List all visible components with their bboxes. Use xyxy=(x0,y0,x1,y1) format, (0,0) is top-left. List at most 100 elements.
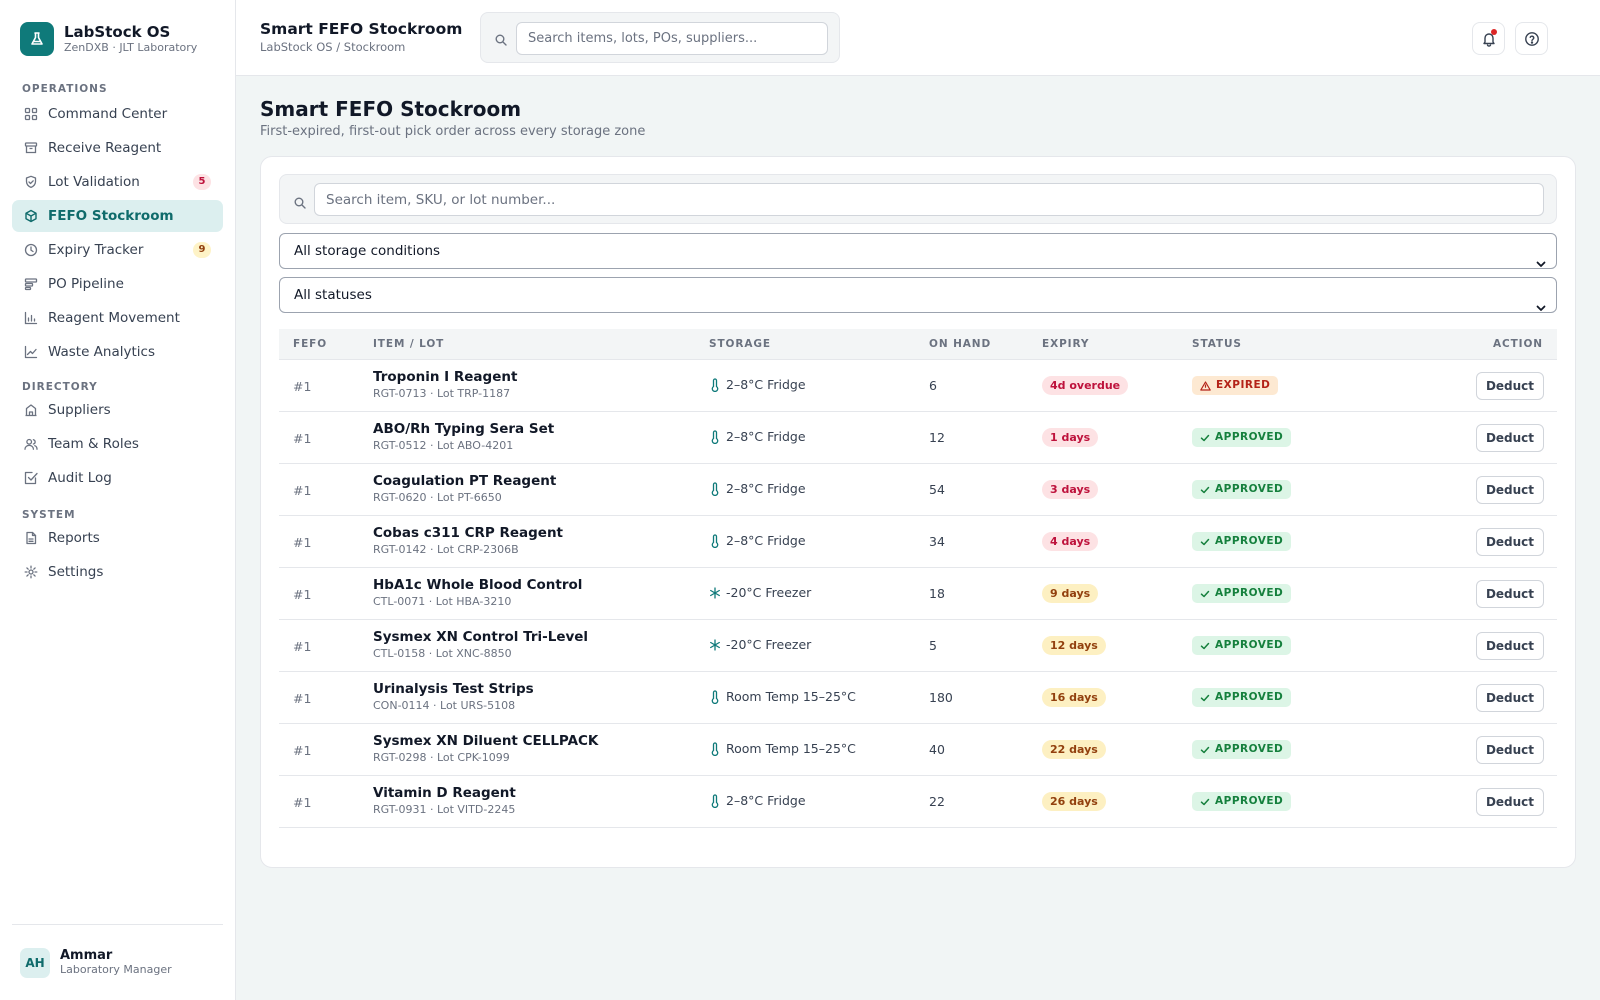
item-name: Vitamin D Reagent xyxy=(373,785,516,801)
item-name: Urinalysis Test Strips xyxy=(373,681,534,697)
item-name: Coagulation PT Reagent xyxy=(373,473,557,489)
item-lot: RGT-0620 · Lot PT-6650 xyxy=(373,491,502,504)
sidebar-item-label: Reports xyxy=(48,530,100,546)
storage-filter-value: All storage conditions xyxy=(294,243,441,259)
storage-condition: -20°C Freezer xyxy=(709,585,811,600)
storage-filter-select[interactable]: All storage conditions xyxy=(279,233,1557,269)
archive-icon xyxy=(24,141,38,155)
fefo-rank: #1 xyxy=(293,795,312,810)
deduct-button[interactable]: Deduct xyxy=(1476,528,1544,556)
brand[interactable]: LabStock OS ZenDXB · JLT Laboratory xyxy=(20,22,197,56)
table-body: #1 Troponin I Reagent RGT-0713 · Lot TRP-1… xyxy=(279,360,1557,839)
sidebar-item-expiry-tracker[interactable]: Expiry Tracker 9 xyxy=(12,234,223,266)
list-icon xyxy=(24,277,38,291)
thermometer-icon xyxy=(709,533,721,548)
table-row: #1 Coagulation PT Reagent RGT-0620 · Lot P… xyxy=(279,464,1557,516)
sidebar-item-suppliers[interactable]: Suppliers xyxy=(12,394,223,426)
deduct-button[interactable]: Deduct xyxy=(1476,684,1544,712)
column-header-on-hand[interactable]: ON HAND xyxy=(929,338,991,350)
fefo-rank: #1 xyxy=(293,587,312,602)
sidebar-item-label: PO Pipeline xyxy=(48,276,124,292)
column-header-status[interactable]: STATUS xyxy=(1192,338,1242,350)
sidebar-item-team-roles[interactable]: Team & Roles xyxy=(12,428,223,460)
status-label: APPROVED xyxy=(1215,535,1284,547)
fefo-rank: #1 xyxy=(293,379,312,394)
help-icon xyxy=(1524,31,1540,47)
fefo-rank: #1 xyxy=(293,639,312,654)
deduct-button[interactable]: Deduct xyxy=(1476,372,1544,400)
status-badge: APPROVED xyxy=(1192,740,1292,759)
status-label: APPROVED xyxy=(1215,743,1284,755)
status-filter-select[interactable]: All statuses xyxy=(279,277,1557,313)
fefo-rank: #1 xyxy=(293,691,312,706)
deduct-button[interactable]: Deduct xyxy=(1476,424,1544,452)
fefo-rank: #1 xyxy=(293,535,312,550)
fefo-rank: #1 xyxy=(293,743,312,758)
thermometer-icon xyxy=(709,741,721,756)
sidebar-item-label: Lot Validation xyxy=(48,174,140,190)
column-header-fefo[interactable]: FEFO xyxy=(293,338,327,350)
sidebar-item-reagent-movement[interactable]: Reagent Movement xyxy=(12,302,223,334)
table-row: #1 HbA1c Whole Blood Control CTL-0071 · Lo… xyxy=(279,568,1557,620)
on-hand-qty: 5 xyxy=(929,638,937,653)
status-badge: APPROVED xyxy=(1192,428,1292,447)
item-name: Sysmex XN Control Tri-Level xyxy=(373,629,589,645)
global-search-input[interactable] xyxy=(516,22,828,55)
count-badge: 5 xyxy=(193,174,211,190)
on-hand-qty: 40 xyxy=(929,742,945,757)
sidebar-item-lot-validation[interactable]: Lot Validation 5 xyxy=(12,166,223,198)
storage-label: -20°C Freezer xyxy=(726,637,812,652)
notifications-button[interactable] xyxy=(1472,22,1505,55)
sidebar-item-fefo-stockroom[interactable]: FEFO Stockroom xyxy=(12,200,223,232)
item-search-input[interactable] xyxy=(314,183,1544,216)
item-name: HbA1c Whole Blood Control xyxy=(373,577,583,593)
column-header-expiry[interactable]: EXPIRY xyxy=(1042,338,1089,350)
deduct-button[interactable]: Deduct xyxy=(1476,788,1544,816)
deduct-button[interactable]: Deduct xyxy=(1476,476,1544,504)
column-header-item[interactable]: ITEM / LOT xyxy=(373,338,444,350)
table-row: #1 Urinalysis Test Strips CON-0114 · Lot U… xyxy=(279,672,1557,724)
storage-label: 2–8°C Fridge xyxy=(726,533,806,548)
sidebar-item-waste-analytics[interactable]: Waste Analytics xyxy=(12,336,223,368)
chevron-down-icon xyxy=(1536,291,1546,325)
item-lot: RGT-0298 · Lot CPK-1099 xyxy=(373,751,510,764)
sidebar-item-reports[interactable]: Reports xyxy=(12,522,223,554)
expiry-badge: 9 days xyxy=(1042,584,1099,603)
notification-dot xyxy=(1491,29,1497,35)
help-button[interactable] xyxy=(1515,22,1548,55)
deduct-button[interactable]: Deduct xyxy=(1476,736,1544,764)
column-header-storage[interactable]: STORAGE xyxy=(709,338,771,350)
sidebar-item-label: Command Center xyxy=(48,106,168,122)
column-header-action: ACTION xyxy=(1492,338,1543,350)
storage-label: -20°C Freezer xyxy=(726,585,812,600)
sidebar-item-receive-reagent[interactable]: Receive Reagent xyxy=(12,132,223,164)
check-icon xyxy=(1200,798,1210,806)
table-row: #1 Sysmex XN Diluent CELLPACK RGT-0298 · L… xyxy=(279,724,1557,776)
deduct-button[interactable]: Deduct xyxy=(1476,632,1544,660)
clock-icon xyxy=(24,243,38,257)
checklist-icon xyxy=(24,471,38,485)
table-row: #1 Sysmex XN Control Tri-Level CTL-0158 · … xyxy=(279,620,1557,672)
sidebar-item-command-center[interactable]: Command Center xyxy=(12,98,223,130)
deduct-button[interactable]: Deduct xyxy=(1476,580,1544,608)
search-icon xyxy=(294,194,306,213)
status-label: APPROVED xyxy=(1215,483,1284,495)
sidebar-item-po-pipeline[interactable]: PO Pipeline xyxy=(12,268,223,300)
item-name: ABO/Rh Typing Sera Set xyxy=(373,421,555,437)
on-hand-qty: 34 xyxy=(929,534,945,549)
status-label: APPROVED xyxy=(1215,795,1284,807)
expiry-badge: 4d overdue xyxy=(1042,376,1129,395)
table-row: #1 Vitamin D Reagent RGT-0931 · Lot VITD-2… xyxy=(279,776,1557,828)
storage-label: 2–8°C Fridge xyxy=(726,793,806,808)
user-profile[interactable]: AH Ammar Laboratory Manager xyxy=(12,924,223,1000)
thermometer-icon xyxy=(709,793,721,808)
building-icon xyxy=(24,403,38,417)
storage-condition: 2–8°C Fridge xyxy=(709,481,806,496)
sidebar-item-settings[interactable]: Settings xyxy=(12,556,223,588)
status-label: APPROVED xyxy=(1215,639,1284,651)
grid-icon xyxy=(24,107,38,121)
top-header: Smart FEFO Stockroom LabStock OS / Stock… xyxy=(236,0,1600,76)
status-label: APPROVED xyxy=(1215,431,1284,443)
expiry-badge: 3 days xyxy=(1042,480,1099,499)
sidebar-item-audit-log[interactable]: Audit Log xyxy=(12,462,223,494)
